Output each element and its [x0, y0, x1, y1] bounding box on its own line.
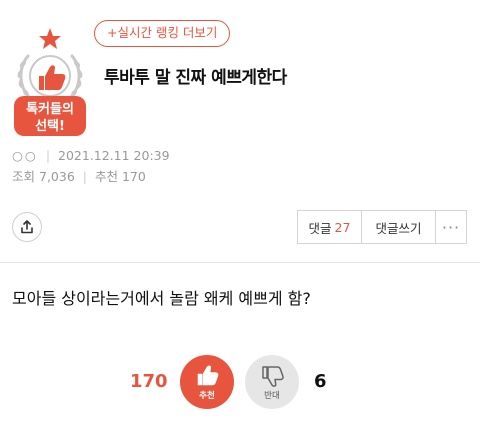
meta-separator: |: [82, 169, 87, 184]
post-title: 투바투 말 진짜 예쁘게한다: [104, 68, 287, 88]
views-count: 7,036: [39, 169, 75, 184]
post-meta-stats: 조회 7,036 | 추천 170: [12, 166, 146, 185]
comments-button[interactable]: 댓글 27: [298, 211, 362, 243]
badge-line2: 선택!: [35, 118, 65, 134]
comments-count: 27: [334, 219, 351, 235]
share-icon: [21, 220, 33, 234]
meta-separator: |: [45, 148, 51, 163]
content-divider: [0, 262, 480, 263]
post-date: 2021.12.11 20:39: [58, 148, 170, 163]
recommend-count: 170: [121, 169, 146, 184]
upvote-label: 추천: [199, 390, 215, 401]
comments-label: 댓글: [308, 220, 332, 236]
downvote-label: 반대: [264, 390, 280, 401]
thumbs-down-icon: [262, 365, 284, 387]
downvote-button[interactable]: 반대: [245, 355, 299, 409]
badge-line1: 톡커들의: [26, 101, 74, 117]
downvote-count: 6: [314, 371, 327, 392]
views-label: 조회: [12, 169, 36, 184]
upvote-button[interactable]: 추천: [180, 355, 234, 409]
post-body-text: 모아들 상이라는거에서 놀람 왜케 예쁘게 함?: [12, 289, 311, 308]
write-comment-button[interactable]: 댓글쓰기: [362, 211, 436, 243]
toker-choice-badge: 톡커들의 선택!: [10, 26, 90, 138]
post-meta-author-date: ○○ | 2021.12.11 20:39: [12, 148, 170, 163]
more-options-button[interactable]: ···: [436, 211, 466, 243]
recommend-label: 추천: [94, 169, 118, 184]
laurel-thumbs-up-icon: 톡커들의 선택!: [14, 28, 86, 136]
thumbs-up-icon: [197, 365, 219, 385]
upvote-count: 170: [130, 371, 168, 392]
realtime-ranking-link[interactable]: +실시간 랭킹 더보기: [94, 20, 231, 47]
share-button[interactable]: [12, 212, 42, 242]
post-action-group: 댓글 27 댓글쓰기 ···: [297, 210, 467, 244]
author-name[interactable]: ○○: [12, 148, 38, 163]
